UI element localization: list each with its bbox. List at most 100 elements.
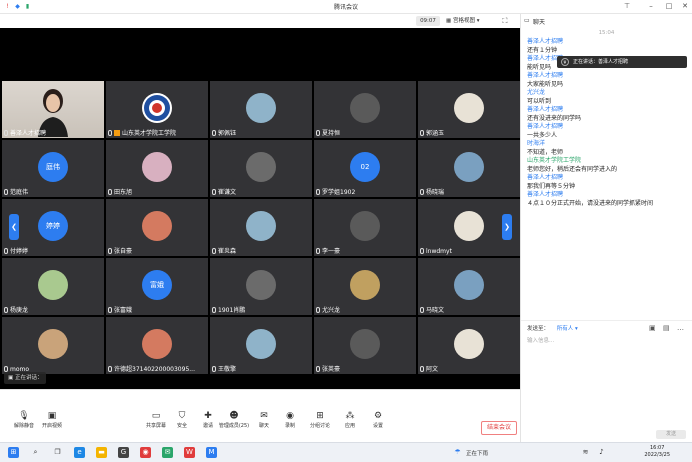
volume-icon[interactable]: ♪ xyxy=(596,447,607,458)
chat-message: 山东英才学院工学院 老师您好，稍后还会有同学进入的 xyxy=(521,157,692,174)
participant-tile[interactable]: 郭佩钰 xyxy=(210,81,312,138)
invite-icon[interactable]: ✚ xyxy=(202,410,214,422)
chat-message: 善泽人才招聘 还有１分钟 xyxy=(521,38,692,55)
participant-name: 杨庚龙 xyxy=(4,305,28,314)
shield-icon[interactable]: ⛉ xyxy=(176,410,188,422)
participant-tile[interactable]: 崔炎森 xyxy=(210,199,312,256)
edge-icon[interactable]: e xyxy=(74,447,85,458)
participant-tile[interactable]: 尤兴龙 xyxy=(314,258,416,315)
participant-tile[interactable]: 1901肖鹏 xyxy=(210,258,312,315)
chat-sender[interactable]: 善泽人才招聘 xyxy=(527,123,686,132)
taskbar-clock[interactable]: 16:07 2022/3/25 xyxy=(644,445,670,459)
mic-muted-icon xyxy=(316,248,320,254)
participant-tile[interactable]: 杨庚龙 xyxy=(2,258,104,315)
send-button[interactable]: 发送 xyxy=(656,430,686,439)
chat-sender[interactable]: 山东英才学院工学院 xyxy=(527,157,686,166)
mic-muted-icon xyxy=(108,130,112,136)
chat-input[interactable]: 输入信息... xyxy=(527,336,554,344)
send-to-select[interactable]: 所有人 ▾ xyxy=(557,326,578,332)
participant-tile[interactable]: 富娥 张富娥 xyxy=(106,258,208,315)
share-screen-icon[interactable]: ▭ xyxy=(150,410,162,422)
participant-tile[interactable]: 郭涵玉 xyxy=(418,81,520,138)
participant-tile[interactable]: 张英豪 xyxy=(314,317,416,374)
participant-tile[interactable]: 02 罗学姐1902 xyxy=(314,140,416,197)
participant-name: 许德超371402200003095... xyxy=(108,364,195,373)
participant-tile[interactable]: 马晓文 xyxy=(418,258,520,315)
participant-tile[interactable]: 崔谦文 xyxy=(210,140,312,197)
chat-sender[interactable]: 善泽人才招聘 xyxy=(527,38,686,47)
settings-icon[interactable]: ⚙ xyxy=(372,410,384,422)
participant-tile[interactable]: 山东英才学院工学院 xyxy=(106,81,208,138)
chat-text: 大家能听见吗 xyxy=(527,80,564,88)
app-icon[interactable]: G xyxy=(118,447,129,458)
pin-icon[interactable]: ⊤ xyxy=(622,2,632,11)
participant-name: 阿文 xyxy=(420,364,438,373)
participant-name-text: 田东旭 xyxy=(114,189,133,196)
maximize-icon[interactable]: □ xyxy=(664,2,674,11)
chat-sender[interactable]: 时海洋 xyxy=(527,140,686,149)
chat-text: 还有没进来的同学吗 xyxy=(527,114,582,122)
speaking-toast: ψ 正在讲话：善泽人才招聘 xyxy=(557,56,687,68)
participant-tile[interactable]: 阿文 xyxy=(418,317,520,374)
participant-name-text: 杨晓瑞 xyxy=(426,189,445,196)
chat-message: 时海洋 不知道，老师 xyxy=(521,140,692,157)
chat-sender[interactable]: 善泽人才招聘 xyxy=(527,191,686,200)
participant-tile[interactable]: 杨晓瑞 xyxy=(418,140,520,197)
chat-sender[interactable]: 善泽人才招聘 xyxy=(527,72,686,81)
mic-muted-icon xyxy=(4,189,8,195)
folder-icon[interactable]: ▬ xyxy=(96,447,107,458)
toolbar-button-label[interactable]: 开启视频 xyxy=(32,422,72,429)
mic-off-icon[interactable]: 🎙 xyxy=(18,410,30,422)
prev-page-button[interactable]: ❮ xyxy=(9,214,19,240)
windows-start-icon[interactable]: ⊞ xyxy=(8,447,19,458)
members-icon[interactable]: ☻ xyxy=(228,410,240,422)
participant-avatar xyxy=(454,93,484,123)
grid-view-button[interactable]: ▦ 宫格视图 ▾ xyxy=(446,16,479,26)
participant-tile[interactable]: 张自豪 xyxy=(106,199,208,256)
participant-tile[interactable]: 李一豪 xyxy=(314,199,416,256)
browser-icon[interactable]: ◉ xyxy=(140,447,151,458)
meeting-timer: 09:07 xyxy=(416,16,440,26)
image-icon[interactable]: ▣ xyxy=(649,324,656,332)
wps-icon[interactable]: W xyxy=(184,447,195,458)
participant-tile[interactable]: 夏持恒 xyxy=(314,81,416,138)
participant-avatar: 婷婷 xyxy=(38,211,68,241)
search-icon[interactable]: ⌕ xyxy=(30,447,41,458)
participant-name: 尤兴龙 xyxy=(316,305,340,314)
taskbar: ⊞ ⌕ ❐ e ▬ G ◉ ✉ W M ☂ 正在下雨 ≋ ♪ 16:07 202… xyxy=(0,442,692,462)
mic-muted-icon xyxy=(108,189,112,195)
participant-name-text: 张英豪 xyxy=(322,366,341,373)
participant-tile[interactable]: 田东旭 xyxy=(106,140,208,197)
next-page-button[interactable]: ❯ xyxy=(502,214,512,240)
chat-message: 善泽人才招聘 那我们再等５分钟 xyxy=(521,174,692,191)
speaker-icon: ψ xyxy=(561,58,569,66)
apps-icon[interactable]: ⁂ xyxy=(344,410,356,422)
wifi-icon[interactable]: ≋ xyxy=(580,447,591,458)
toolbar-button-label[interactable]: 设置 xyxy=(358,422,398,429)
participant-tile[interactable]: 王敬擎 xyxy=(210,317,312,374)
participant-name: 田东旭 xyxy=(108,187,132,196)
more-icon[interactable]: … xyxy=(677,324,684,332)
minimize-icon[interactable]: – xyxy=(646,2,656,11)
task-view-icon[interactable]: ❐ xyxy=(52,447,63,458)
participant-tile[interactable]: 许德超371402200003095... xyxy=(106,317,208,374)
participant-tile[interactable]: 善泽人才招聘 xyxy=(2,81,104,138)
file-icon[interactable]: ▤ xyxy=(663,324,670,332)
chat-sender[interactable]: 善泽人才招聘 xyxy=(527,106,686,115)
participant-avatar: 富娥 xyxy=(142,270,172,300)
wechat-icon[interactable]: ✉ xyxy=(162,447,173,458)
breakout-icon[interactable]: ⊞ xyxy=(314,410,326,422)
chat-icon[interactable]: ✉ xyxy=(258,410,270,422)
participant-tile[interactable]: momo xyxy=(2,317,104,374)
participant-tile[interactable]: 庭伟 范庭伟 xyxy=(2,140,104,197)
end-meeting-button[interactable]: 结束会议 xyxy=(481,421,517,435)
chat-sender[interactable]: 善泽人才招聘 xyxy=(527,174,686,183)
tencent-meeting-icon[interactable]: M xyxy=(206,447,217,458)
send-to-row: 发送至： 所有人 ▾ ▣ ▤ … xyxy=(521,320,692,334)
close-icon[interactable]: ✕ xyxy=(680,2,690,11)
chat-sender[interactable]: 尤兴龙 xyxy=(527,89,686,98)
camera-off-icon[interactable]: ▣ xyxy=(46,410,58,422)
participant-avatar xyxy=(350,93,380,123)
fullscreen-icon[interactable]: ⛶ xyxy=(500,16,510,26)
record-icon[interactable]: ◉ xyxy=(284,410,296,422)
